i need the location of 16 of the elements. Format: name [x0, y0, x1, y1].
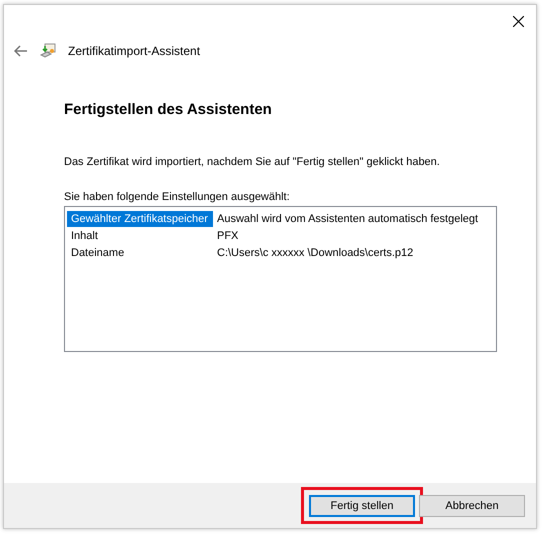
back-arrow-icon[interactable] — [14, 45, 28, 57]
setting-name[interactable]: Gewählter Zertifikatspeicher — [67, 210, 213, 226]
settings-label: Sie haben folgende Einstellungen ausgewählt: — [64, 191, 291, 203]
setting-name[interactable]: Dateiname — [67, 244, 213, 260]
close-icon[interactable] — [513, 16, 524, 26]
setting-name[interactable]: Inhalt — [67, 228, 213, 244]
setting-value: C:\Users\c xxxxxx \Downloads\certs.p12 — [216, 246, 414, 258]
description-text: Das Zertifikat wird importiert, nachdem Sie auf "Fertig stellen" geklickt haben. — [64, 156, 441, 168]
page-heading: Fertigstellen des Assistenten — [64, 101, 273, 118]
dialog-button[interactable]: Fertig stellen — [309, 494, 415, 516]
setting-value: Auswahl wird vom Assistenten automatisch festgelegt — [216, 212, 478, 224]
settings-list[interactable]: Gewählter Zertifikatspeicher Auswahl wird vom Assistenten automatisch festgelegt Inhalt PFX Dateiname C:\Users\c xxxxxx \Downloads\certs.p12 — [64, 206, 497, 352]
window-title: Zertifikatimport-Assistent — [68, 44, 200, 58]
certificate-icon — [40, 43, 56, 59]
setting-value: PFX — [216, 230, 238, 242]
dialog-button[interactable]: Abbrechen — [419, 494, 525, 516]
